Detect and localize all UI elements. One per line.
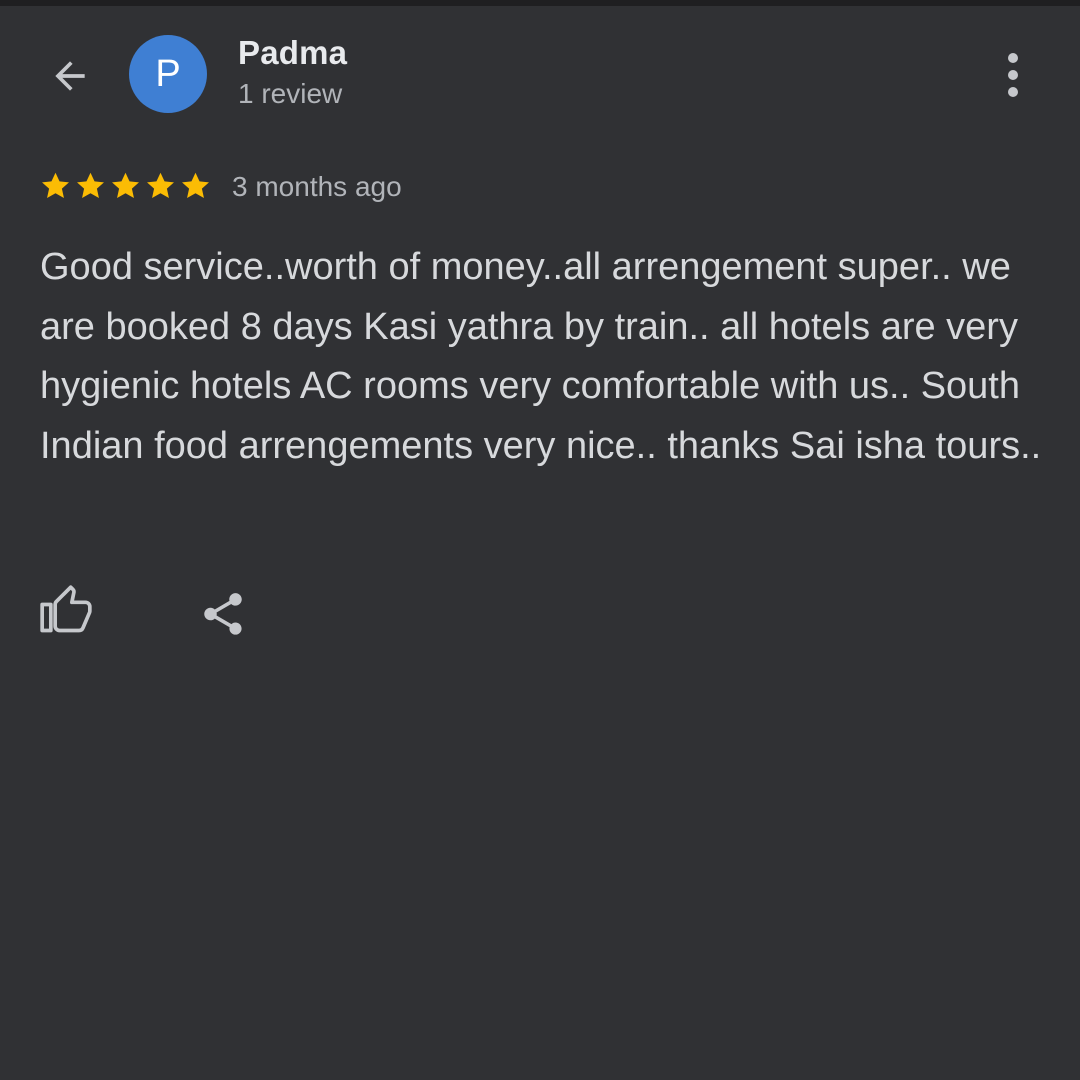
star-icon <box>112 172 139 198</box>
star-icon <box>147 172 174 198</box>
star-icon <box>182 172 209 198</box>
star-icon <box>42 172 69 198</box>
back-button[interactable] <box>38 44 102 108</box>
star-icon <box>77 172 104 198</box>
avatar-initial: P <box>155 52 181 95</box>
more-options-button[interactable] <box>988 46 1038 104</box>
review-count: 1 review <box>238 78 343 109</box>
reviewer-name[interactable]: Padma <box>238 34 347 72</box>
review-text: Good service..worth of money..all arreng… <box>40 246 1042 467</box>
share-button[interactable] <box>198 589 248 639</box>
rating-row: 3 months ago <box>39 170 402 203</box>
window-top-edge <box>0 0 1080 6</box>
avatar[interactable]: P <box>129 35 207 113</box>
like-button[interactable] <box>40 585 92 637</box>
review-time: 3 months ago <box>232 170 402 202</box>
arrow-left-icon <box>55 61 85 91</box>
thumbs-up-icon <box>40 585 92 633</box>
share-icon <box>204 593 242 635</box>
star-rating <box>39 170 212 203</box>
more-vert-icon <box>1008 53 1018 63</box>
